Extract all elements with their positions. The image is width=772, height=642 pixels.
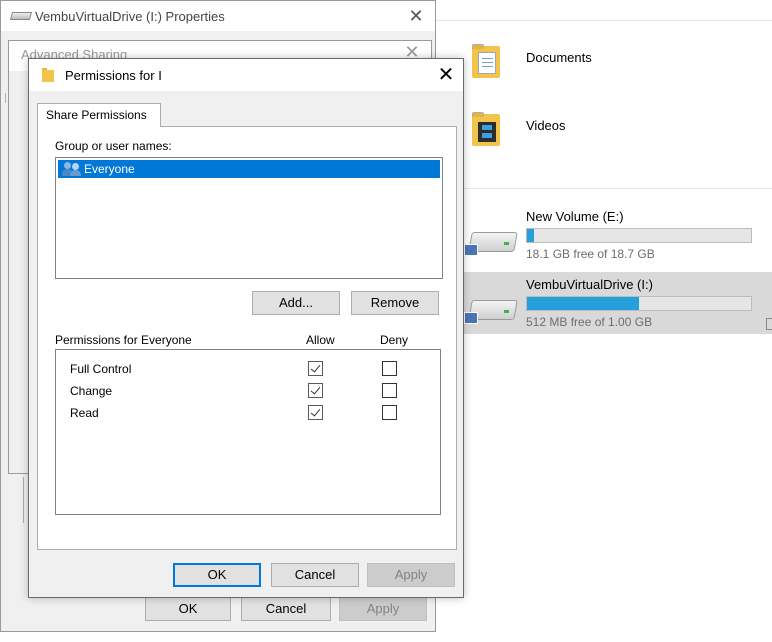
drive-name: New Volume (E:) — [526, 209, 624, 224]
drive-usage-fill — [527, 229, 534, 242]
permissions-list: Full Control Change Read — [55, 349, 441, 515]
properties-apply-button[interactable]: Apply — [339, 597, 427, 621]
remove-user-button[interactable]: Remove — [351, 291, 439, 315]
documents-label: Documents — [526, 50, 592, 65]
drive-new-volume-e[interactable]: New Volume (E:) 18.1 GB free of 18.7 GB — [462, 204, 772, 266]
group-or-user-names-label: Group or user names: — [55, 139, 172, 153]
deny-checkbox[interactable] — [382, 383, 397, 398]
allow-checkbox[interactable] — [308, 405, 323, 420]
drive-free-space: 512 MB free of 1.00 GB — [526, 315, 653, 329]
drive-free-space: 18.1 GB free of 18.7 GB — [526, 247, 655, 261]
deny-checkbox[interactable] — [382, 361, 397, 376]
hard-drive-icon — [464, 292, 518, 326]
ok-button[interactable]: OK — [173, 563, 261, 587]
drive-name: VembuVirtualDrive (I:) — [526, 277, 653, 292]
permission-name: Full Control — [70, 362, 132, 376]
permissions-dialog: Permissions for I ✕ Share Permissions Gr… — [28, 58, 464, 598]
tab-share-permissions[interactable]: Share Permissions — [37, 103, 161, 127]
drive-usage-fill — [527, 297, 639, 310]
add-user-button[interactable]: Add... — [252, 291, 340, 315]
deny-column-header: Deny — [380, 333, 409, 347]
properties-titlebar[interactable]: VembuVirtualDrive (I:) Properties ✕ — [1, 1, 435, 31]
permissions-titlebar[interactable]: Permissions for I ✕ — [29, 59, 463, 91]
panel-border — [5, 93, 6, 103]
documents-folder[interactable]: Documents — [468, 44, 708, 94]
permission-row: Full Control — [70, 360, 430, 378]
share-permissions-panel: Group or user names: Everyone Add... Rem… — [37, 126, 457, 550]
properties-ok-button[interactable]: OK — [145, 597, 231, 621]
drive-usage-bar — [526, 228, 752, 243]
panel-border — [23, 477, 24, 523]
drive-icon — [9, 12, 33, 20]
permissions-for-label: Permissions for Everyone — [55, 333, 192, 347]
divider — [436, 20, 772, 21]
documents-folder-icon — [472, 44, 502, 80]
allow-column-header: Allow — [306, 333, 335, 347]
allow-checkbox[interactable] — [308, 361, 323, 376]
scroll-edge-marker — [766, 318, 772, 330]
videos-label: Videos — [526, 118, 566, 133]
folder-icon — [42, 68, 56, 82]
close-icon[interactable]: ✕ — [435, 64, 457, 86]
users-group-icon — [62, 162, 82, 176]
allow-checkbox[interactable] — [308, 383, 323, 398]
properties-cancel-button[interactable]: Cancel — [241, 597, 331, 621]
properties-title: VembuVirtualDrive (I:) Properties — [35, 9, 225, 24]
close-icon[interactable]: ✕ — [405, 5, 427, 27]
hard-drive-icon — [464, 224, 518, 258]
permissions-title: Permissions for I — [65, 68, 162, 83]
user-name: Everyone — [84, 162, 135, 176]
deny-checkbox[interactable] — [382, 405, 397, 420]
permission-name: Change — [70, 384, 113, 398]
drive-vembu-virtual-i[interactable]: VembuVirtualDrive (I:) 512 MB free of 1.… — [462, 272, 772, 334]
permission-row: Read — [70, 404, 430, 422]
cancel-button[interactable]: Cancel — [271, 563, 359, 587]
videos-folder-icon — [472, 112, 502, 148]
permission-name: Read — [70, 406, 99, 420]
list-item[interactable]: Everyone — [58, 160, 440, 178]
drive-usage-bar — [526, 296, 752, 311]
permission-row: Change — [70, 382, 430, 400]
user-list[interactable]: Everyone — [55, 157, 443, 279]
divider — [436, 188, 772, 189]
videos-folder[interactable]: Videos — [468, 112, 708, 162]
apply-button[interactable]: Apply — [367, 563, 455, 587]
